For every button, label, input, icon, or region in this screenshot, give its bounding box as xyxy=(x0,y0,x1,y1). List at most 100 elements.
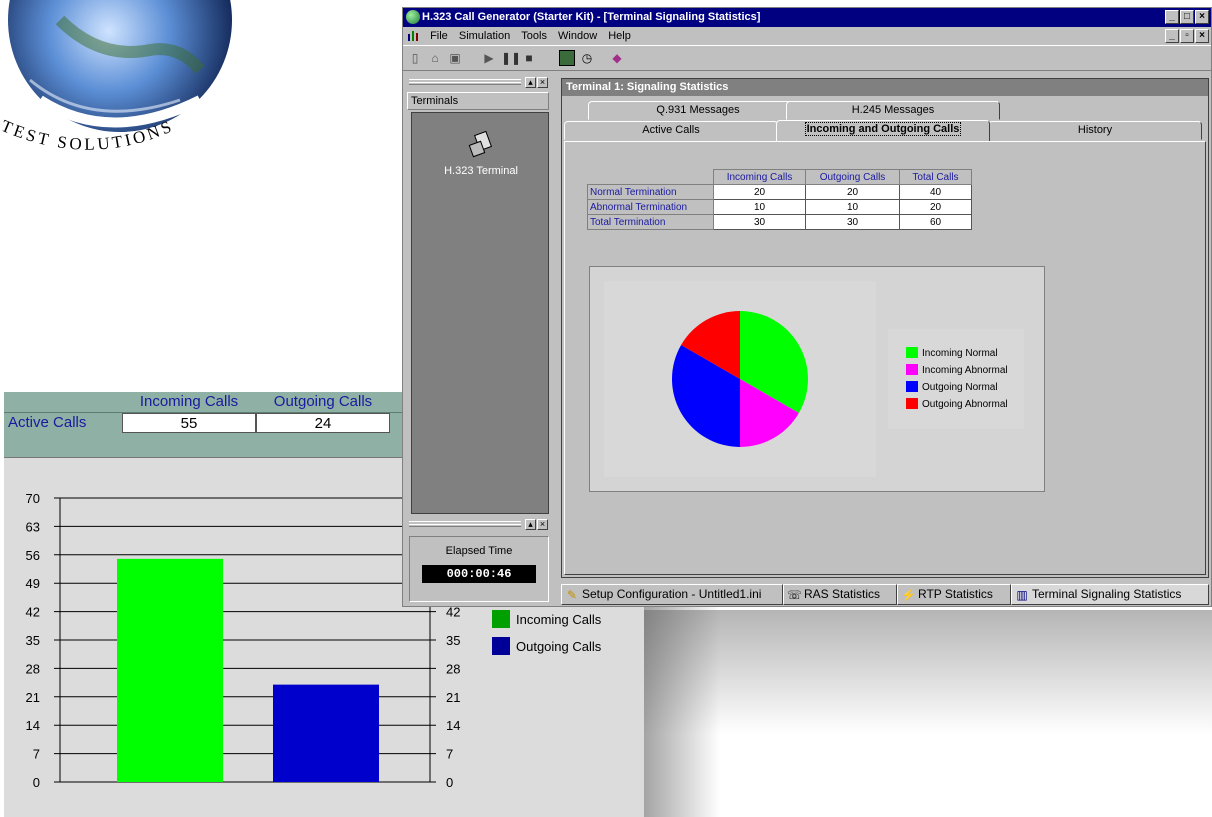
save-icon[interactable]: ▣ xyxy=(447,50,463,66)
menu-help[interactable]: Help xyxy=(604,27,635,45)
stats-row-normal: Normal Termination 20 20 40 xyxy=(587,184,972,200)
mdi-controls: _ ▫ × xyxy=(1165,29,1209,43)
pie-legend-label: Incoming Abnormal xyxy=(922,365,1008,376)
elapsed-time-panel: Elapsed Time 000:00:46 xyxy=(409,536,549,602)
stats-cell: 10 xyxy=(713,199,806,215)
monitor-icon[interactable] xyxy=(559,50,575,66)
pie-legend-label: Outgoing Abnormal xyxy=(922,399,1008,410)
tab-active-calls[interactable]: Active Calls xyxy=(564,121,778,140)
stats-cell: 20 xyxy=(713,184,806,200)
close-button[interactable]: × xyxy=(1195,10,1209,24)
app-window: H.323 Call Generator (Starter Kit) - [Te… xyxy=(402,7,1212,607)
tab-rtp-statistics-label: RTP Statistics xyxy=(918,587,993,601)
panel-maximize-button[interactable]: ▴ xyxy=(525,77,536,88)
mdi-close-button[interactable]: × xyxy=(1195,29,1209,43)
panel-close-button[interactable]: × xyxy=(537,77,548,88)
open-folder-icon[interactable]: ⌂ xyxy=(427,50,443,66)
lightning-icon: ⚡ xyxy=(901,588,916,602)
terminal-icon[interactable] xyxy=(468,131,496,159)
play-icon[interactable]: ▶ xyxy=(481,50,497,66)
window-title: H.323 Call Generator (Starter Kit) - [Te… xyxy=(422,11,761,23)
y-tick-label: 49 xyxy=(26,576,40,591)
pie-legend xyxy=(888,329,1024,429)
edit-icon: ✎ xyxy=(566,588,578,602)
y-tick-label: 7 xyxy=(33,747,40,762)
pie-legend-label: Incoming Normal xyxy=(922,348,998,359)
termination-stats-table: Incoming Calls Outgoing Calls Total Call… xyxy=(587,169,972,230)
pie-chart: Incoming Normal Incoming Abnormal Outgoing… xyxy=(604,281,1024,477)
bar-legend-swatch xyxy=(492,637,510,655)
window-shadow-bottom xyxy=(640,610,1212,817)
tab-history[interactable]: History xyxy=(988,121,1202,140)
menu-simulation[interactable]: Simulation xyxy=(455,27,514,45)
terminal-label[interactable]: H.323 Terminal xyxy=(412,165,550,177)
tab-q931-messages[interactable]: Q.931 Messages xyxy=(588,101,808,120)
elapsed-panel-grip[interactable]: ▴ × xyxy=(405,518,551,532)
tab-terminal-signaling-statistics[interactable]: ▥ Terminal Signaling Statistics xyxy=(1011,584,1209,605)
stats-row-abnormal: Abnormal Termination 10 10 20 xyxy=(587,199,972,215)
pie-legend-swatch xyxy=(906,364,918,375)
bar-legend-swatch xyxy=(492,610,510,628)
terminals-panel-grip[interactable]: ▴ × xyxy=(405,76,551,90)
clock-icon[interactable]: ◷ xyxy=(579,50,595,66)
child-window-title: Terminal 1: Signaling Statistics xyxy=(562,79,1208,96)
bar xyxy=(273,684,379,782)
book-icon[interactable]: ◆ xyxy=(609,50,625,66)
stats-cell: 20 xyxy=(805,184,900,200)
y-tick-label: 63 xyxy=(26,519,40,534)
bar-chart-icon: ▥ xyxy=(1016,588,1028,602)
mdi-restore-button[interactable]: ▫ xyxy=(1180,29,1194,43)
tab-content: Incoming Calls Outgoing Calls Total Call… xyxy=(564,141,1206,575)
tab-incoming-outgoing-calls[interactable]: Incoming and Outgoing Calls xyxy=(776,120,990,141)
bar xyxy=(117,558,223,782)
incoming-calls-value: 55 xyxy=(122,413,256,433)
elapsed-panel-maximize-button[interactable]: ▴ xyxy=(525,519,536,530)
tab-ras-statistics[interactable]: ☏ RAS Statistics xyxy=(783,584,897,605)
stats-header-row: Incoming Calls Outgoing Calls Total Call… xyxy=(588,169,972,185)
stats-row-label: Total Termination xyxy=(587,214,714,230)
stats-header-incoming: Incoming Calls xyxy=(713,169,806,185)
pie-legend-swatch xyxy=(906,398,918,409)
pie-legend-label: Outgoing Normal xyxy=(922,382,998,393)
minimize-button[interactable]: _ xyxy=(1165,10,1179,24)
tab-setup-configuration[interactable]: ✎ Setup Configuration - Untitled1.ini xyxy=(561,584,783,605)
y-tick-label: 14 xyxy=(26,718,40,733)
outgoing-calls-header: Outgoing Calls xyxy=(273,393,373,410)
elapsed-time-value: 000:00:46 xyxy=(422,565,536,583)
stats-cell: 10 xyxy=(805,199,900,215)
tab-rtp-statistics[interactable]: ⚡ RTP Statistics xyxy=(897,584,1011,605)
new-file-icon[interactable]: ▯ xyxy=(407,50,423,66)
y-tick-label-right: 0 xyxy=(446,775,453,790)
stop-icon[interactable]: ■ xyxy=(521,50,537,66)
tab-h245-messages[interactable]: H.245 Messages xyxy=(786,101,1000,120)
y-tick-label-right: 21 xyxy=(446,690,460,705)
menu-window[interactable]: Window xyxy=(554,27,601,45)
terminals-list: H.323 Terminal xyxy=(411,112,549,514)
mdi-minimize-button[interactable]: _ xyxy=(1165,29,1179,43)
pie-legend-swatch xyxy=(906,347,918,358)
stats-cell: 20 xyxy=(899,199,972,215)
window-controls: _ □ × xyxy=(1165,10,1209,24)
pause-icon[interactable]: ❚❚ xyxy=(501,50,521,66)
maximize-button[interactable]: □ xyxy=(1180,10,1194,24)
tab-ras-statistics-label: RAS Statistics xyxy=(804,587,881,601)
handshake-icon: ☏ xyxy=(787,588,803,602)
y-tick-label: 21 xyxy=(26,690,40,705)
stats-cell: 60 xyxy=(899,214,972,230)
y-tick-label: 35 xyxy=(26,633,40,648)
chart-icon xyxy=(408,31,418,41)
menu-file[interactable]: File xyxy=(426,27,452,45)
y-tick-label: 56 xyxy=(26,548,40,563)
terminals-header: Terminals xyxy=(407,92,549,110)
menu-tools[interactable]: Tools xyxy=(517,27,551,45)
signaling-stats-window: Terminal 1: Signaling Statistics Q.931 M… xyxy=(561,78,1209,578)
elapsed-panel-close-button[interactable]: × xyxy=(537,519,548,530)
elapsed-time-label: Elapsed Time xyxy=(445,545,513,557)
stats-cell: 30 xyxy=(805,214,900,230)
stats-corner-cell xyxy=(588,170,714,185)
y-tick-label-right: 28 xyxy=(446,661,460,676)
left-panel: ▴ × Terminals H.323 Terminal ▴ × Elapsed… xyxy=(405,74,551,604)
stats-row-label: Abnormal Termination xyxy=(587,199,714,215)
y-tick-label: 0 xyxy=(33,775,40,790)
stats-cell: 30 xyxy=(713,214,806,230)
